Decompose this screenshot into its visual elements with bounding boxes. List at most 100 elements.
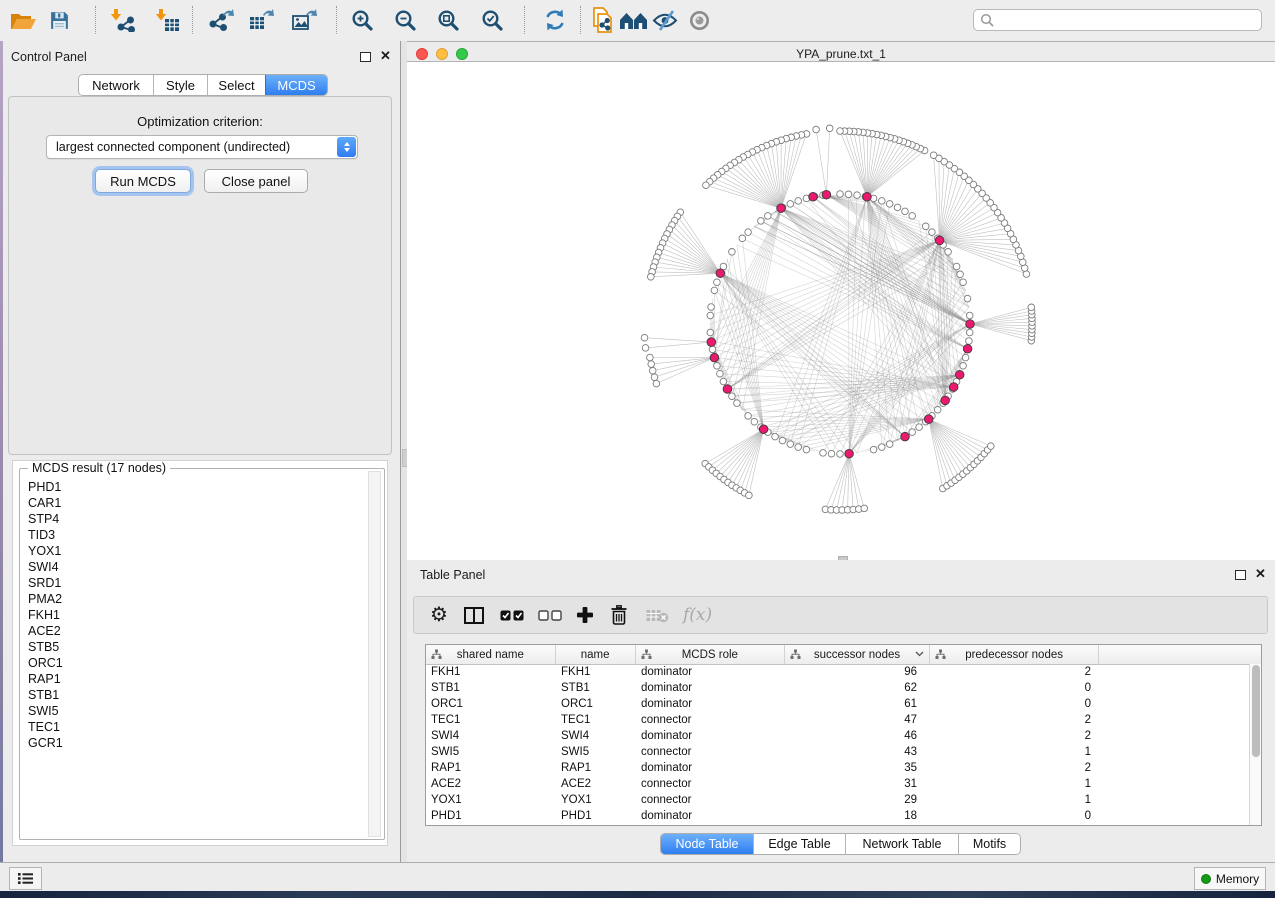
mcds-result-item[interactable]: FKH1 bbox=[24, 607, 366, 623]
close-panel-icon[interactable]: ✕ bbox=[380, 48, 391, 64]
mcds-result-item[interactable]: ORC1 bbox=[24, 655, 366, 671]
mcds-result-item[interactable]: TID3 bbox=[24, 527, 366, 543]
import-network-icon[interactable] bbox=[105, 6, 139, 34]
cell-predecessor-nodes: 1 bbox=[931, 792, 1101, 808]
run-mcds-button[interactable]: Run MCDS bbox=[95, 169, 191, 193]
cell-shared-name: TEC1 bbox=[426, 712, 556, 728]
column-header-shared-name[interactable]: shared name bbox=[426, 645, 556, 664]
mcds-result-item[interactable]: PMA2 bbox=[24, 591, 366, 607]
cell-successor-nodes: 31 bbox=[786, 776, 931, 792]
scrollbar-thumb[interactable] bbox=[1252, 665, 1260, 757]
table-settings-icon[interactable]: ⚙ bbox=[430, 602, 448, 628]
save-session-icon[interactable] bbox=[42, 6, 76, 34]
panel-splitter[interactable] bbox=[400, 41, 407, 862]
cell-successor-nodes: 35 bbox=[786, 760, 931, 776]
table-tabs: Node TableEdge TableNetwork TableMotifs bbox=[660, 833, 1021, 855]
toolbar-separator bbox=[524, 6, 525, 34]
cell-successor-nodes: 96 bbox=[786, 664, 931, 680]
column-header-name[interactable]: name bbox=[556, 645, 636, 664]
network-graph[interactable] bbox=[407, 62, 1275, 560]
float-table-panel-icon[interactable] bbox=[1235, 570, 1246, 580]
memory-button[interactable]: Memory bbox=[1194, 867, 1266, 890]
tab-select[interactable]: Select bbox=[207, 75, 265, 95]
export-network-icon[interactable] bbox=[205, 6, 239, 34]
control-panel-title: Control Panel bbox=[11, 50, 87, 64]
table-row[interactable]: TEC1TEC1connector472 bbox=[426, 712, 1249, 728]
mcds-result-item[interactable]: GCR1 bbox=[24, 735, 366, 751]
tab-style[interactable]: Style bbox=[153, 75, 207, 95]
mcds-result-item[interactable]: PHD1 bbox=[24, 479, 366, 495]
first-neighbors-icon[interactable] bbox=[616, 6, 650, 34]
close-panel-button[interactable]: Close panel bbox=[204, 169, 308, 193]
close-table-panel-icon[interactable]: ✕ bbox=[1255, 566, 1266, 582]
hide-selected-icon[interactable] bbox=[648, 6, 682, 34]
zoom-fit-icon[interactable] bbox=[431, 6, 465, 34]
cell-shared-name: ORC1 bbox=[426, 696, 556, 712]
export-image-icon[interactable] bbox=[287, 6, 321, 34]
mcds-result-item[interactable]: ACE2 bbox=[24, 623, 366, 639]
cell-predecessor-nodes: 0 bbox=[931, 680, 1101, 696]
cell-name: YOX1 bbox=[556, 792, 636, 808]
tab-node-table[interactable]: Node Table bbox=[661, 834, 753, 854]
result-list-scrollbar[interactable] bbox=[368, 471, 381, 837]
table-row[interactable]: ORC1ORC1dominator610 bbox=[426, 696, 1249, 712]
search-input[interactable] bbox=[998, 10, 1261, 30]
table-row[interactable]: FKH1FKH1dominator962 bbox=[426, 664, 1249, 680]
network-canvas[interactable] bbox=[407, 62, 1275, 560]
clone-network-icon[interactable] bbox=[585, 6, 619, 34]
zoom-in-icon[interactable] bbox=[345, 6, 379, 34]
tab-mcds[interactable]: MCDS bbox=[265, 75, 327, 95]
toolbar-separator bbox=[192, 6, 193, 34]
add-column-icon[interactable] bbox=[576, 602, 594, 628]
mcds-result-item[interactable]: SRD1 bbox=[24, 575, 366, 591]
column-header-predecessor-nodes[interactable]: predecessor nodes bbox=[930, 645, 1100, 664]
delete-column-icon[interactable] bbox=[610, 602, 628, 628]
function-builder-icon: f(x) bbox=[683, 602, 712, 628]
mcds-result-item[interactable]: CAR1 bbox=[24, 495, 366, 511]
mcds-result-item[interactable]: STB1 bbox=[24, 687, 366, 703]
zoom-out-icon[interactable] bbox=[388, 6, 422, 34]
refresh-layout-icon[interactable] bbox=[538, 6, 572, 34]
open-file-icon[interactable] bbox=[6, 6, 40, 34]
cell-shared-name: ACE2 bbox=[426, 776, 556, 792]
criterion-select-value: largest connected component (undirected) bbox=[47, 140, 337, 154]
float-panel-icon[interactable] bbox=[360, 52, 371, 62]
mcds-result-item[interactable]: STP4 bbox=[24, 511, 366, 527]
criterion-select[interactable]: largest connected component (undirected) bbox=[46, 135, 358, 159]
mcds-result-item[interactable]: YOX1 bbox=[24, 543, 366, 559]
task-history-button[interactable] bbox=[9, 867, 42, 890]
table-row[interactable]: ACE2ACE2connector311 bbox=[426, 776, 1249, 792]
toolbar-separator bbox=[336, 6, 337, 34]
table-row[interactable]: PHD1PHD1dominator180 bbox=[426, 808, 1249, 824]
import-table-icon[interactable] bbox=[150, 6, 184, 34]
mcds-result-item[interactable]: RAP1 bbox=[24, 671, 366, 687]
column-header-mcds-role[interactable]: MCDS role bbox=[636, 645, 786, 664]
search-icon bbox=[980, 13, 994, 27]
table-row[interactable]: SWI4SWI4dominator462 bbox=[426, 728, 1249, 744]
tab-motifs[interactable]: Motifs bbox=[958, 834, 1020, 854]
table-row[interactable]: RAP1RAP1dominator352 bbox=[426, 760, 1249, 776]
cell-mcds-role: dominator bbox=[636, 760, 786, 776]
export-table-icon[interactable] bbox=[244, 6, 278, 34]
cell-shared-name: SWI5 bbox=[426, 744, 556, 760]
show-columns-icon[interactable] bbox=[464, 602, 484, 628]
select-all-checkboxes-icon[interactable] bbox=[500, 602, 524, 628]
mcds-result-item[interactable]: SWI5 bbox=[24, 703, 366, 719]
table-row[interactable]: SWI5SWI5connector431 bbox=[426, 744, 1249, 760]
tab-edge-table[interactable]: Edge Table bbox=[753, 834, 845, 854]
cell-predecessor-nodes: 1 bbox=[931, 776, 1101, 792]
tab-network[interactable]: Network bbox=[79, 75, 153, 95]
zoom-selected-icon[interactable] bbox=[475, 6, 509, 34]
column-header-successor-nodes[interactable]: successor nodes bbox=[785, 645, 930, 664]
deselect-all-checkboxes-icon[interactable] bbox=[538, 602, 562, 628]
table-row[interactable]: YOX1YOX1connector291 bbox=[426, 792, 1249, 808]
cell-name: TEC1 bbox=[556, 712, 636, 728]
mcds-result-item[interactable]: SWI4 bbox=[24, 559, 366, 575]
cell-predecessor-nodes: 0 bbox=[931, 808, 1101, 824]
tab-network-table[interactable]: Network Table bbox=[845, 834, 958, 854]
show-all-icon[interactable] bbox=[682, 6, 716, 34]
mcds-result-item[interactable]: TEC1 bbox=[24, 719, 366, 735]
table-row[interactable]: STB1STB1dominator620 bbox=[426, 680, 1249, 696]
mcds-result-item[interactable]: STB5 bbox=[24, 639, 366, 655]
table-scrollbar[interactable] bbox=[1249, 664, 1261, 825]
